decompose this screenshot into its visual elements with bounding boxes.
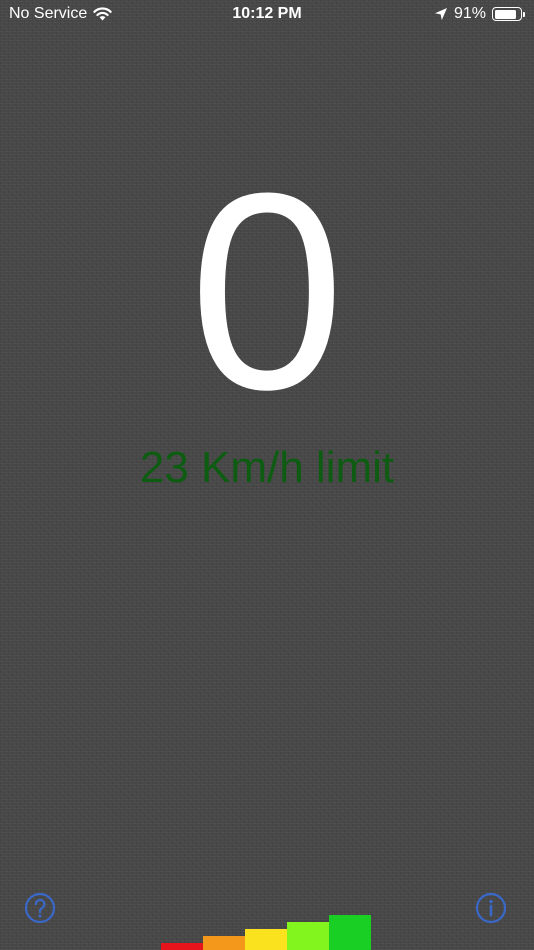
battery-fill bbox=[494, 9, 517, 19]
question-mark-circle-icon bbox=[24, 892, 56, 924]
level-segment-5 bbox=[329, 915, 371, 950]
info-button[interactable] bbox=[475, 892, 507, 924]
level-segment-3 bbox=[245, 929, 287, 950]
status-bar: No Service 10:12 PM 91% bbox=[0, 0, 534, 28]
speed-level-bar bbox=[161, 915, 371, 950]
help-button[interactable] bbox=[24, 892, 56, 924]
info-circle-icon bbox=[475, 892, 507, 924]
status-right: 91% bbox=[434, 5, 525, 23]
level-segment-2 bbox=[203, 936, 245, 950]
current-speed: 0 bbox=[189, 136, 345, 448]
location-arrow-icon bbox=[434, 7, 448, 21]
level-segment-1 bbox=[161, 943, 203, 950]
battery-icon bbox=[492, 7, 525, 21]
battery-percent: 91% bbox=[453, 5, 486, 22]
speed-limit-label: 23 Km/h limit bbox=[139, 443, 395, 492]
level-segment-4 bbox=[287, 922, 329, 950]
